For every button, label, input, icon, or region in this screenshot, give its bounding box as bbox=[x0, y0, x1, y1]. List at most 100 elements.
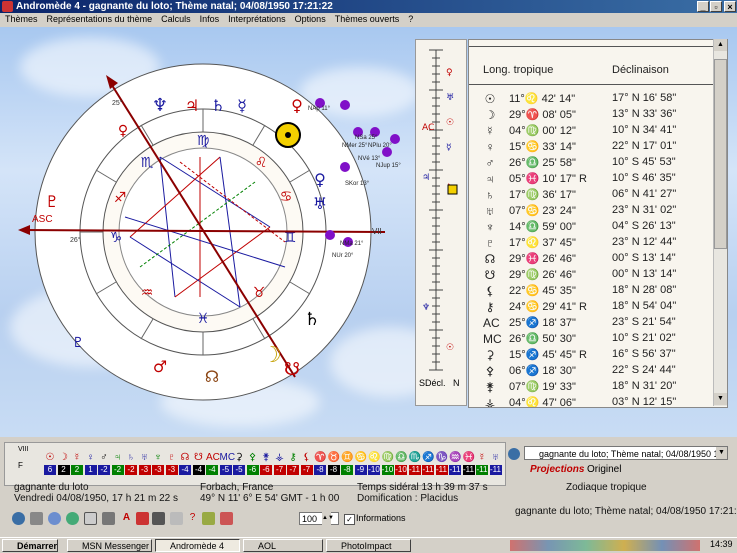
strip-number: -2 bbox=[111, 465, 124, 475]
projections-label[interactable]: Projections bbox=[530, 464, 584, 475]
menu-interpretations[interactable]: Interprétations bbox=[228, 13, 286, 26]
strip-cell[interactable]: ☿ 2 bbox=[71, 452, 83, 476]
strip-cell[interactable]: ⚵ -6 bbox=[260, 452, 272, 476]
table-row: ♂ 26°♎ 25' 58" 10° S 45' 53" bbox=[483, 156, 723, 172]
strip-number: -4 bbox=[192, 465, 205, 475]
menu-representations[interactable]: Représentations du thème bbox=[47, 13, 153, 26]
tray-icons[interactable] bbox=[510, 540, 700, 551]
exit-icon[interactable] bbox=[220, 512, 233, 525]
strip-cell[interactable]: ♅ -3 bbox=[138, 452, 151, 476]
strip-cell[interactable]: ♑ -11 bbox=[435, 452, 448, 476]
print-icon[interactable] bbox=[152, 512, 165, 525]
strip-cell[interactable]: ♇ -3 bbox=[165, 452, 178, 476]
strip-cell[interactable]: ♃ -2 bbox=[111, 452, 124, 476]
start-button[interactable]: Démarrer bbox=[2, 539, 58, 552]
strip-cell[interactable]: ☽ 2 bbox=[57, 452, 70, 476]
strip-number: -8 bbox=[314, 465, 326, 475]
strip-cell[interactable]: ☿ -11 bbox=[476, 452, 488, 476]
strip-cell[interactable]: ♀ 1 bbox=[84, 452, 97, 476]
card-icon[interactable] bbox=[30, 512, 43, 525]
strip-cell[interactable]: ⚷ -7 bbox=[287, 452, 299, 476]
strip-sign-icon: ♋ bbox=[354, 452, 367, 463]
strip-cell[interactable]: ☉ 6 bbox=[44, 452, 56, 476]
natal-chart-wheel[interactable]: ♌♊♉ ♓♒♑ ♐♏♍ ♋ ASC 26° 25° VII IV ♆ ♃ ♄ ☿… bbox=[0, 27, 410, 437]
planet-glyph-icon: MC bbox=[483, 332, 502, 346]
longitude-cell: 29°♓ 26' 46" bbox=[509, 253, 576, 265]
globe-icon[interactable] bbox=[12, 512, 25, 525]
strip-cell[interactable]: ♅ -11 bbox=[489, 452, 502, 476]
minimize-button[interactable]: _ bbox=[697, 1, 709, 12]
planet-glyph-icon: ⚴ bbox=[485, 364, 495, 378]
strip-number: -5 bbox=[233, 465, 245, 475]
strip-cell[interactable]: ♂ -2 bbox=[98, 452, 110, 476]
original-label[interactable]: Originel bbox=[587, 464, 621, 475]
strip-cell[interactable]: MC -5 bbox=[219, 452, 235, 476]
help-icon[interactable]: ? bbox=[186, 512, 199, 525]
world-icon[interactable] bbox=[66, 512, 79, 525]
menu-calculs[interactable]: Calculs bbox=[161, 13, 191, 26]
longitude-cell: 07°♍ 19' 33" bbox=[509, 381, 576, 393]
chevron-down-icon[interactable]: ▼ bbox=[716, 447, 727, 459]
strip-cell[interactable]: ⚸ -7 bbox=[300, 452, 313, 476]
menu-help[interactable]: ? bbox=[408, 13, 413, 26]
copy-icon[interactable] bbox=[170, 512, 183, 525]
strip-cell[interactable]: ♆ -3 bbox=[152, 452, 164, 476]
scroll-down-icon[interactable]: ▼ bbox=[714, 393, 727, 405]
declination-cell: 03° N 12' 15" bbox=[612, 396, 677, 408]
dc-label: VII bbox=[372, 227, 382, 236]
strip-cell[interactable]: ⚳ -5 bbox=[233, 452, 245, 476]
strip-number: -7 bbox=[300, 465, 313, 475]
scroll-up-icon[interactable]: ▲ bbox=[714, 39, 727, 51]
strip-cell[interactable]: ♌ -10 bbox=[368, 452, 380, 476]
strip-cell[interactable]: ♏ -11 bbox=[408, 452, 421, 476]
strip-cell[interactable]: ♋ -9 bbox=[354, 452, 367, 476]
informations-checkbox[interactable]: ✓ bbox=[344, 514, 355, 525]
strip-sign-icon: ♑ bbox=[435, 452, 448, 463]
strip-cell[interactable]: ♍ -10 bbox=[381, 452, 394, 476]
strip-cell[interactable]: ⚴ -6 bbox=[246, 452, 259, 476]
taskbar-msn[interactable]: MSN Messenger bbox=[67, 539, 152, 552]
strip-cell[interactable]: ♄ -2 bbox=[125, 452, 137, 476]
table-row: ♅ 07°♋ 23' 24" 23° N 31' 02" bbox=[483, 204, 723, 220]
close-button[interactable]: × bbox=[724, 1, 736, 12]
strip-cell[interactable]: ♊ -8 bbox=[341, 452, 353, 476]
declination-cell: 23° S 21' 54" bbox=[612, 316, 676, 328]
strip-cell[interactable]: ☋ -4 bbox=[192, 452, 205, 476]
list-icon[interactable] bbox=[102, 512, 115, 525]
info-sidereal: Temps sidéral 13 h 39 m 37 s bbox=[357, 482, 488, 493]
maximize-button[interactable]: ▫ bbox=[710, 1, 722, 12]
document-icon[interactable] bbox=[84, 512, 97, 525]
strip-cell[interactable]: ♐ -11 bbox=[422, 452, 434, 476]
strip-cell[interactable]: ♓ -11 bbox=[462, 452, 475, 476]
zoom-stepper-icon[interactable]: ▲▼ bbox=[322, 512, 334, 525]
play-icon[interactable] bbox=[508, 448, 520, 460]
strip-cell[interactable]: ♎ -10 bbox=[395, 452, 407, 476]
wheel-icon[interactable] bbox=[48, 512, 61, 525]
title-bar[interactable]: Andromède 4 - gagnante du loto; Thème na… bbox=[0, 0, 737, 13]
strip-cell[interactable]: ♈ -8 bbox=[314, 452, 326, 476]
menu-options[interactable]: Options bbox=[295, 13, 326, 26]
menu-infos[interactable]: Infos bbox=[200, 13, 220, 26]
text-icon[interactable]: A bbox=[120, 512, 133, 525]
theme-select[interactable]: gagnante du loto; Thème natal; 04/08/195… bbox=[524, 446, 728, 460]
taskbar-aol[interactable]: AOL bbox=[243, 539, 323, 552]
taskbar-andromede[interactable]: Andromède 4 bbox=[155, 539, 240, 552]
strip-cell[interactable]: ☊ -4 bbox=[179, 452, 191, 476]
menu-themes[interactable]: Thèmes bbox=[5, 13, 38, 26]
table-scrollbar[interactable]: ▲ ▼ bbox=[713, 39, 727, 406]
strip-cell[interactable]: ♉ -8 bbox=[327, 452, 340, 476]
strip-cell[interactable]: ⚶ -7 bbox=[273, 452, 286, 476]
book-icon[interactable] bbox=[136, 512, 149, 525]
scroll-thumb[interactable] bbox=[714, 59, 727, 249]
strip-sign-icon: ☊ bbox=[180, 452, 190, 463]
svg-text:NAp 11°: NAp 11° bbox=[308, 106, 331, 112]
strip-number: -9 bbox=[354, 465, 367, 475]
delete-icon[interactable] bbox=[202, 512, 215, 525]
planet-glyph-icon: ☿ bbox=[485, 124, 495, 138]
strip-cell[interactable]: AC -4 bbox=[206, 452, 220, 476]
taskbar-photoimpact[interactable]: PhotoImpact bbox=[326, 539, 411, 552]
info-name: gagnante du loto bbox=[14, 482, 89, 493]
svg-text:♄: ♄ bbox=[211, 96, 225, 115]
strip-cell[interactable]: ♒ -11 bbox=[449, 452, 461, 476]
menu-themes-ouverts[interactable]: Thèmes ouverts bbox=[335, 13, 400, 26]
